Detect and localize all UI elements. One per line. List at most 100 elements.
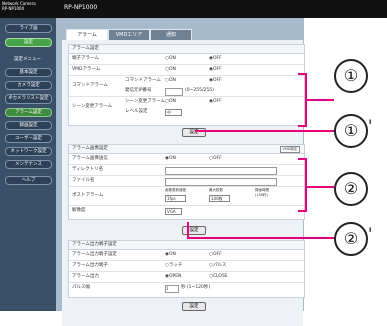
radio-label: ON bbox=[168, 99, 176, 104]
brand-logo: Network Camera RP-NP1000 bbox=[2, 1, 36, 11]
directory-input[interactable] bbox=[165, 167, 277, 175]
sidebar-item-setup[interactable]: 設定 bbox=[5, 38, 52, 47]
section-title: アラーム出力端子設定 bbox=[69, 241, 304, 250]
bracket-line-1-top bbox=[298, 73, 307, 75]
row-label: アラーム出力端子 bbox=[72, 263, 108, 268]
bracket-line-1-bottom bbox=[298, 125, 307, 127]
settings-row: アラーム出力端子設定 ◉ON ○OFF bbox=[69, 250, 304, 261]
radio-label: CLOSE bbox=[212, 274, 228, 279]
sidebar-item-ip-camera-list[interactable]: IPカメラリスト設定 bbox=[5, 94, 52, 104]
close-radio[interactable]: ○CLOSE bbox=[209, 272, 228, 282]
max-count-select[interactable]: 100枚 bbox=[209, 195, 230, 202]
sidebar-item-alarm[interactable]: アラーム設定 bbox=[5, 108, 52, 117]
settings-row: ポストアラーム 画像更新速度 1fps 最大枚数 100枚 録画時間 (100秒… bbox=[69, 187, 304, 206]
settings-row: 解像度 VGA bbox=[69, 206, 304, 216]
off-radio[interactable]: ◉OFF bbox=[209, 76, 222, 86]
section-title-text: アラーム画像設定 bbox=[72, 146, 108, 151]
pointer-line-2b-vertical bbox=[187, 222, 189, 238]
level-select[interactable]: 中 bbox=[165, 109, 182, 116]
radio-label: OFF bbox=[212, 56, 222, 61]
sidebar: ライブ画 設定 設定メニュー 基本設定 カメラ設定 IPカメラリスト設定 アラー… bbox=[0, 18, 56, 311]
on-radio[interactable]: ◉ON bbox=[165, 250, 176, 260]
sidebar-item-network[interactable]: ネットワーク設定 bbox=[5, 147, 52, 156]
settings-row: ディレクトリ名 bbox=[69, 165, 304, 176]
pointer-line-1b bbox=[195, 130, 335, 132]
row-label: パルス幅 bbox=[72, 285, 90, 290]
row-label: ディレクトリ名 bbox=[72, 167, 104, 172]
vmd-settings-button[interactable]: VMD設定 bbox=[280, 146, 300, 153]
pulse-width-unit: 秒 (1~120秒) bbox=[181, 285, 211, 290]
bracket-line-2-top bbox=[298, 158, 307, 160]
settings-row: 端子アラーム ○ON ◉OFF bbox=[69, 54, 304, 65]
sub-label: レベル設定 bbox=[125, 109, 148, 114]
sidebar-item-user[interactable]: ユーザー設定 bbox=[5, 134, 52, 143]
ip-range-hint: (0~255/255) bbox=[185, 88, 214, 93]
settings-row: アラーム出力端子 ○ラッチ ○パルス bbox=[69, 261, 304, 272]
bracket-line-2 bbox=[305, 158, 307, 212]
settings-row: アラーム画像送信 ◉ON ○OFF bbox=[69, 154, 304, 165]
ip-input[interactable] bbox=[165, 88, 183, 96]
settings-panel: アラーム設定 端子アラーム ○ON ◉OFF VMDアラーム ○ON ◉OFF … bbox=[62, 40, 305, 326]
sidebar-item-live[interactable]: ライブ画 bbox=[5, 24, 52, 33]
off-radio[interactable]: ○OFF bbox=[209, 250, 222, 260]
radio-label: パルス bbox=[212, 263, 227, 268]
main-area: アラーム VMDエリア 通知 アラーム設定 端子アラーム ○ON ◉OFF VM… bbox=[56, 18, 305, 326]
off-radio[interactable]: ◉OFF bbox=[209, 65, 222, 75]
pulse-width-input[interactable]: 1 bbox=[165, 285, 179, 293]
sidebar-item-camera[interactable]: カメラ設定 bbox=[5, 81, 52, 90]
callout-1: ① bbox=[334, 59, 368, 93]
row-label: VMDアラーム bbox=[72, 67, 101, 72]
settings-row: コマンドアラーム コマンドアラーム ○ON ◉OFF 発信元IP番号 (0~25… bbox=[69, 76, 304, 97]
open-radio[interactable]: ◉OPEN bbox=[165, 272, 181, 282]
sidebar-item-help[interactable]: ヘルプ bbox=[5, 176, 52, 185]
on-radio[interactable]: ○ON bbox=[165, 65, 176, 75]
col-label: 画像更新速度 bbox=[165, 188, 186, 192]
alarm-output-section: アラーム出力端子設定 アラーム出力端子設定 ◉ON ○OFF アラーム出力端子 … bbox=[68, 240, 305, 298]
radio-label: OFF bbox=[212, 252, 222, 257]
radio-label: ON bbox=[168, 56, 176, 61]
radio-label: ON bbox=[168, 156, 176, 161]
callout-1-prime: ① bbox=[334, 114, 368, 148]
row-label: コマンドアラーム bbox=[72, 83, 108, 88]
off-radio[interactable]: ○OFF bbox=[209, 154, 222, 164]
bracket-line-2-bottom bbox=[298, 210, 307, 212]
set-button-2[interactable]: 設定 bbox=[182, 226, 206, 235]
row-label: 解像度 bbox=[72, 208, 86, 213]
radio-label: ON bbox=[168, 78, 176, 83]
record-time-value: (100秒) bbox=[255, 193, 268, 197]
row-label: ポストアラーム bbox=[72, 193, 104, 198]
on-radio[interactable]: ◉ON bbox=[165, 154, 176, 164]
sub-label: コマンドアラーム bbox=[125, 78, 161, 83]
on-radio[interactable]: ○ON bbox=[165, 54, 176, 64]
frame-rate-select[interactable]: 1fps bbox=[165, 195, 186, 202]
row-label: アラーム出力端子設定 bbox=[72, 252, 117, 257]
alarm-settings-section: アラーム設定 端子アラーム ○ON ◉OFF VMDアラーム ○ON ◉OFF … bbox=[68, 44, 305, 126]
radio-label: OFF bbox=[212, 156, 222, 161]
radio-label: OFF bbox=[212, 67, 222, 72]
bracket-line-1-arm bbox=[307, 99, 334, 101]
sidebar-item-maintenance[interactable]: メンテナンス bbox=[5, 160, 52, 169]
row-label: アラーム画像送信 bbox=[72, 156, 108, 161]
latch-radio[interactable]: ○ラッチ bbox=[165, 261, 182, 271]
sidebar-heading-setup-menu: 設定メニュー bbox=[14, 57, 41, 62]
off-radio[interactable]: ◉OFF bbox=[209, 54, 222, 64]
pulse-radio[interactable]: ○パルス bbox=[209, 261, 226, 271]
resolution-select[interactable]: VGA bbox=[165, 208, 182, 215]
settings-row: シーン変更アラーム シーン変更アラーム ○ON ◉OFF レベル設定 中 bbox=[69, 97, 304, 117]
on-radio[interactable]: ○ON bbox=[165, 97, 176, 107]
top-bar: Network Camera RP-NP1000 RP-NP1000 bbox=[0, 0, 387, 18]
settings-row: アラーム出力 ◉OPEN ○CLOSE bbox=[69, 272, 304, 283]
radio-label: OFF bbox=[212, 78, 222, 83]
sidebar-item-record[interactable]: 録画設定 bbox=[5, 121, 52, 130]
settings-row: VMDアラーム ○ON ◉OFF bbox=[69, 65, 304, 76]
row-label: ファイル名 bbox=[72, 178, 95, 183]
callout-1-prime-mark: ' bbox=[368, 116, 373, 135]
off-radio[interactable]: ◉OFF bbox=[209, 97, 222, 107]
on-radio[interactable]: ○ON bbox=[165, 76, 176, 86]
radio-label: ラッチ bbox=[168, 263, 183, 268]
sidebar-item-basic[interactable]: 基本設定 bbox=[5, 68, 52, 77]
pointer-line-2b bbox=[187, 237, 335, 239]
row-label: アラーム出力 bbox=[72, 274, 99, 279]
sub-label: シーン変更アラーム bbox=[125, 99, 166, 104]
set-button-3[interactable]: 設定 bbox=[182, 302, 206, 311]
